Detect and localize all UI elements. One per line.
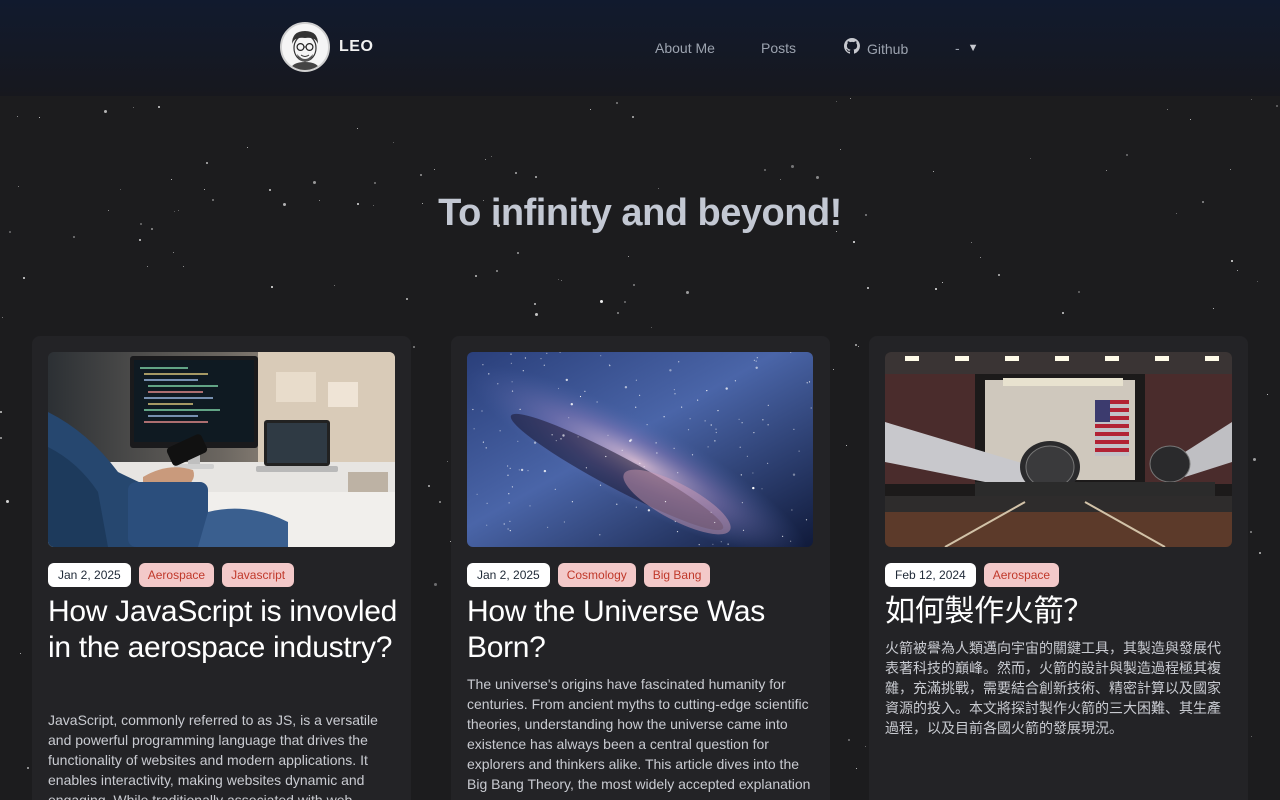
post-meta: Jan 2, 2025 Aerospace Javascript [48,563,295,587]
post-meta: Feb 12, 2024 Aerospace [885,563,1060,587]
hero-title: To infinity and beyond! [438,192,842,234]
post-tag[interactable]: Aerospace [138,563,215,587]
nav-github[interactable]: Github [844,38,908,59]
post-excerpt: JavaScript, commonly referred to as JS, … [48,712,378,800]
post-image-milky-way[interactable] [467,352,813,547]
post-title[interactable]: 如何製作火箭？ [885,594,1235,630]
post-tag[interactable]: Aerospace [983,563,1060,587]
post-date: Jan 2, 2025 [467,563,550,587]
language-select[interactable]: - ▼ [955,38,979,58]
post-image-developer-desk[interactable] [48,352,395,547]
post-card[interactable]: Jan 2, 2025 Cosmology Big Bang How the U… [451,336,830,800]
post-image-rocket-hangar[interactable] [885,352,1232,547]
post-date: Feb 12, 2024 [885,563,976,587]
post-tag[interactable]: Big Bang [643,563,711,587]
nav-about-me[interactable]: About Me [655,38,715,58]
brand-name: LEO [339,38,374,55]
post-excerpt: 火箭被譽為人類邁向宇宙的關鍵工具，其製造與發展代表著科技的巔峰。然而，火箭的設計… [885,640,1221,736]
post-tag[interactable]: Javascript [222,563,295,587]
post-meta: Jan 2, 2025 Cosmology Big Bang [467,563,711,587]
post-card[interactable]: Feb 12, 2024 Aerospace 如何製作火箭？ 火箭被譽為人類邁向… [869,336,1248,800]
caret-down-icon: ▼ [967,42,979,54]
post-tag[interactable]: Cosmology [557,563,636,587]
brand-home-link[interactable]: LEO [280,22,373,72]
site-header: LEO About Me Posts Github - ▼ [0,0,1280,96]
language-select-value: - [955,40,960,56]
nav-github-label: Github [867,40,909,57]
post-excerpt: The universe's origins have fascinated h… [467,676,811,792]
post-date: Jan 2, 2025 [48,563,131,587]
post-title[interactable]: How JavaScript is invovled in the aerosp… [48,594,398,666]
nav-posts[interactable]: Posts [761,38,796,58]
github-icon [844,38,860,59]
post-title[interactable]: How the Universe Was Born? [467,594,817,666]
avatar [280,22,330,72]
post-card[interactable]: Jan 2, 2025 Aerospace Javascript How Jav… [32,336,411,800]
